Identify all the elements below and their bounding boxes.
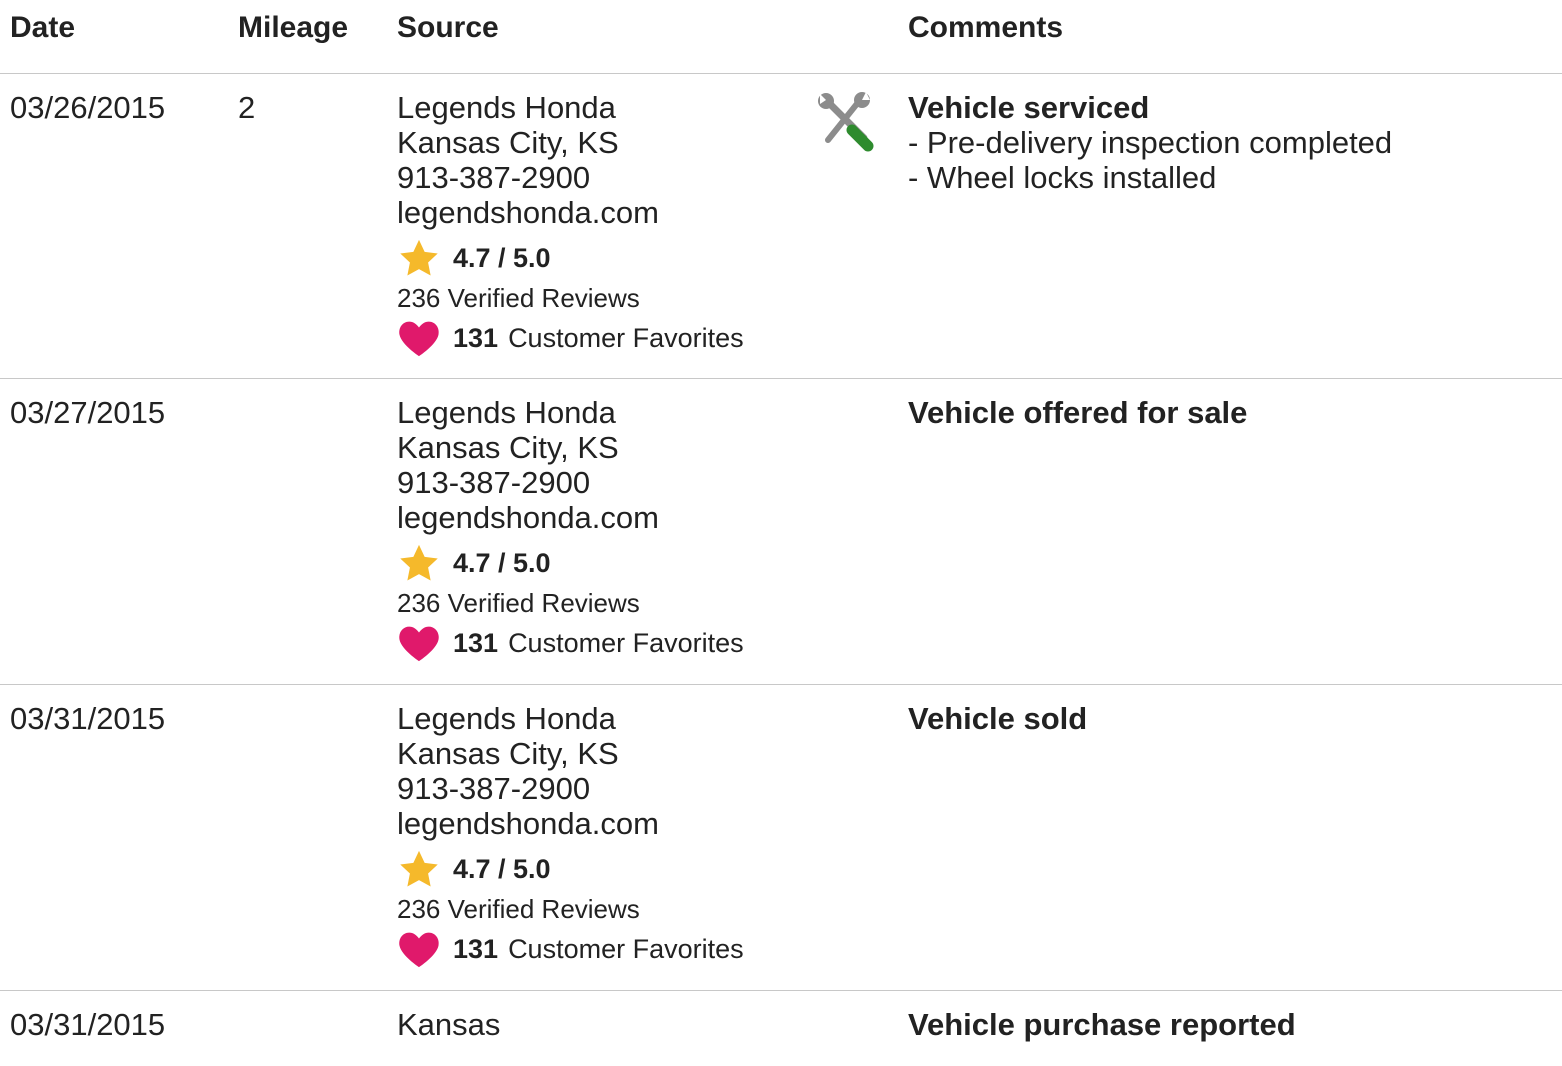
source-cell: Kansas (397, 1007, 500, 1042)
table-header: Date Mileage Source Comments (0, 0, 1562, 74)
row-mileage: 2 (238, 90, 256, 125)
table-row: 03/31/2015 Kansas Vehicle purchase repor… (0, 991, 1562, 1066)
heart-icon (397, 318, 441, 358)
favorites-label: Customer Favorites (508, 933, 744, 964)
heart-icon (397, 623, 441, 663)
table-row: 03/27/2015 Legends Honda Kansas City, KS… (0, 379, 1562, 685)
comments-cell: Vehicle serviced - Pre-delivery inspecti… (908, 90, 1392, 195)
customer-favorites: 131 Customer Favorites (397, 318, 744, 358)
row-date: 03/31/2015 (10, 1007, 166, 1042)
source-cell: Legends Honda Kansas City, KS 913-387-29… (397, 701, 744, 969)
dealer-location: Kansas City, KS (397, 125, 619, 160)
comments-cell: Vehicle sold (908, 701, 1087, 736)
favorites-label: Customer Favorites (508, 322, 744, 353)
source-cell: Legends Honda Kansas City, KS 913-387-29… (397, 90, 744, 358)
row-date: 03/26/2015 (10, 90, 166, 125)
favorites-count: 131 (453, 933, 499, 964)
header-mileage: Mileage (238, 11, 349, 44)
dealer-website-link[interactable]: legendshonda.com (397, 500, 744, 535)
dealer-website-link[interactable]: legendshonda.com (397, 806, 744, 841)
verified-reviews-link[interactable]: 236 Verified Reviews (397, 889, 744, 929)
verified-reviews-link[interactable]: 236 Verified Reviews (397, 278, 744, 318)
dealer-location: Kansas City, KS (397, 736, 619, 771)
source-name: Kansas (397, 1007, 501, 1042)
rating-value: 4.7 / 5.0 (453, 547, 551, 578)
dealer-rating: 4.7 / 5.0 (397, 543, 744, 583)
comment-title: Vehicle serviced (908, 90, 1150, 125)
customer-favorites: 131 Customer Favorites (397, 623, 744, 663)
service-tools-icon (814, 92, 874, 152)
row-date: 03/31/2015 (10, 701, 166, 736)
rating-value: 4.7 / 5.0 (453, 242, 551, 273)
dealer-rating: 4.7 / 5.0 (397, 849, 744, 889)
comments-cell: Vehicle offered for sale (908, 395, 1247, 430)
favorites-label: Customer Favorites (508, 627, 744, 658)
comment-detail: - Wheel locks installed (908, 160, 1217, 195)
favorites-count: 131 (453, 627, 499, 658)
header-comments: Comments (908, 11, 1064, 44)
table-row: 03/26/2015 2 Legends Honda Kansas City, … (0, 74, 1562, 379)
star-icon (397, 238, 441, 278)
dealer-phone[interactable]: 913-387-2900 (397, 160, 744, 195)
header-date: Date (10, 11, 76, 44)
customer-favorites: 131 Customer Favorites (397, 929, 744, 969)
favorites-count: 131 (453, 322, 499, 353)
dealer-name: Legends Honda (397, 90, 616, 125)
star-icon (397, 849, 441, 889)
row-date: 03/27/2015 (10, 395, 166, 430)
dealer-name: Legends Honda (397, 701, 616, 736)
comments-cell: Vehicle purchase reported (908, 1007, 1296, 1042)
dealer-name: Legends Honda (397, 395, 616, 430)
vehicle-history-table: Date Mileage Source Comments 03/26/2015 … (0, 0, 1562, 1066)
table-row: 03/31/2015 Legends Honda Kansas City, KS… (0, 685, 1562, 991)
comment-title: Vehicle offered for sale (908, 395, 1248, 430)
comment-title: Vehicle purchase reported (908, 1007, 1296, 1042)
dealer-phone[interactable]: 913-387-2900 (397, 465, 744, 500)
dealer-phone[interactable]: 913-387-2900 (397, 771, 744, 806)
verified-reviews-link[interactable]: 236 Verified Reviews (397, 583, 744, 623)
dealer-location: Kansas City, KS (397, 430, 619, 465)
dealer-rating: 4.7 / 5.0 (397, 238, 744, 278)
star-icon (397, 543, 441, 583)
comment-title: Vehicle sold (908, 701, 1088, 736)
dealer-website-link[interactable]: legendshonda.com (397, 195, 744, 230)
header-source: Source (397, 11, 499, 44)
heart-icon (397, 929, 441, 969)
rating-value: 4.7 / 5.0 (453, 853, 551, 884)
comment-detail: - Pre-delivery inspection completed (908, 125, 1393, 160)
source-cell: Legends Honda Kansas City, KS 913-387-29… (397, 395, 744, 663)
